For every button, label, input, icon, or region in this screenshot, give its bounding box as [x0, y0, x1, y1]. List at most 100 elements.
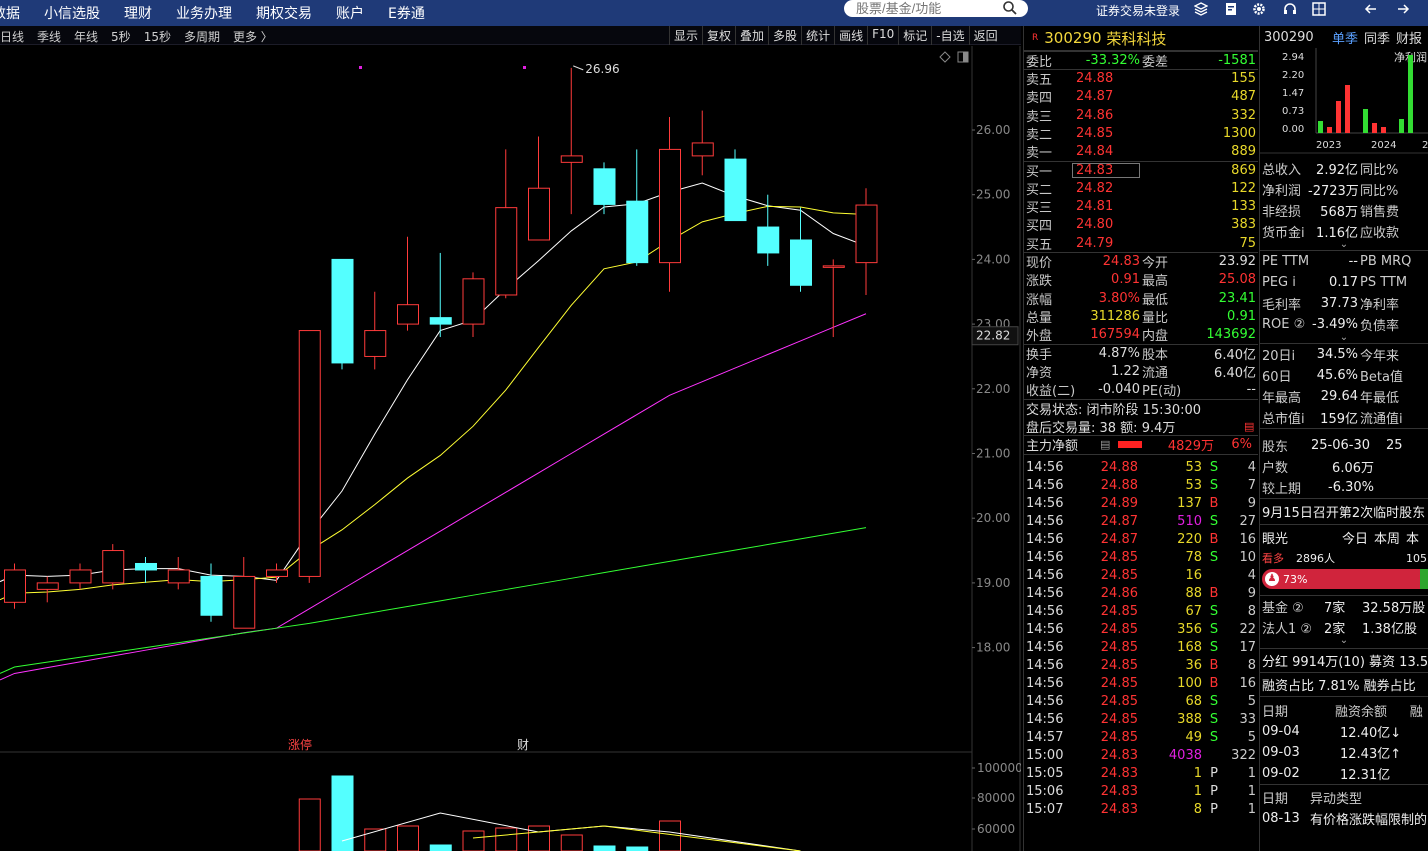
- bid-row[interactable]: 买三 24.81 133: [1024, 197, 1258, 216]
- chart-tool-9[interactable]: 返回: [968, 26, 1002, 45]
- profit-bar-chart[interactable]: 2.942.201.470.730.00净利润202320242: [1260, 48, 1428, 154]
- diamond-icon[interactable]: [939, 51, 951, 63]
- ask-row[interactable]: 卖二 24.85 1300: [1024, 124, 1258, 143]
- period-tab-1[interactable]: 季线: [37, 28, 61, 45]
- grid-icon[interactable]: [1312, 2, 1326, 16]
- candle[interactable]: [560, 67, 583, 215]
- tick-price: 24.85: [1100, 604, 1138, 620]
- fin-tab-1[interactable]: 同季: [1364, 28, 1390, 47]
- ask-row[interactable]: 卖一 24.84 889: [1024, 142, 1258, 161]
- period-tab-2[interactable]: 年线: [74, 28, 98, 45]
- expand-chevron-icon[interactable]: ⌄: [1260, 333, 1428, 343]
- candle[interactable]: [691, 110, 714, 176]
- chart-tool-2[interactable]: 叠加: [735, 26, 768, 45]
- candle[interactable]: [462, 272, 485, 338]
- layers-icon[interactable]: [1194, 2, 1208, 16]
- kline-chart[interactable]: 26.0025.0024.0023.0022.0021.0020.0019.00…: [0, 46, 1021, 851]
- candle[interactable]: [102, 544, 125, 590]
- tick-time: 14:57: [1026, 730, 1064, 746]
- list-icon[interactable]: ▤: [1244, 420, 1254, 433]
- candle[interactable]: [495, 149, 518, 299]
- gear-icon[interactable]: [1252, 2, 1266, 16]
- main-flow-row[interactable]: 主力净额 ▤ 4829万 6%: [1024, 435, 1258, 454]
- candle[interactable]: [724, 149, 747, 222]
- limit-up-label[interactable]: 涨停: [288, 737, 312, 752]
- candle[interactable]: [429, 252, 452, 338]
- news-text[interactable]: 9月15日召开第2次临时股东: [1262, 502, 1425, 521]
- chart-toolbar: 日线 季线 年线 5秒 15秒 多周期 更多 〉 显示 复权 叠加 多股 统计 画线 F10 标记 -自选返…: [0, 26, 1021, 45]
- menu-item-4[interactable]: 期权交易: [256, 3, 312, 23]
- table-icon[interactable]: ▤: [1100, 438, 1118, 451]
- candle[interactable]: [626, 149, 649, 266]
- document-icon[interactable]: [1224, 2, 1238, 16]
- period-tab-4[interactable]: 15秒: [144, 28, 171, 45]
- search-icon[interactable]: [1002, 0, 1018, 16]
- chart-tool-4[interactable]: 统计: [801, 26, 834, 45]
- news-row[interactable]: 9月15日召开第2次临时股东: [1260, 499, 1428, 525]
- chart-tool-7[interactable]: 标记: [898, 26, 931, 45]
- menu-item-5[interactable]: 账户: [336, 3, 364, 23]
- chart-tool-8[interactable]: -自选: [931, 26, 968, 45]
- bid-row[interactable]: 买四 24.80 383: [1024, 216, 1258, 234]
- tick-list[interactable]: 14:56 24.88 53 S 4 14:56 24.88 53 S 7 14:56 24.89 13…: [1024, 453, 1258, 819]
- expand-chevron-icon[interactable]: ⌄: [1260, 240, 1428, 250]
- candle[interactable]: [36, 576, 59, 603]
- period-tab-3[interactable]: 5秒: [111, 28, 131, 45]
- ask-row[interactable]: 卖四 24.87 487: [1024, 88, 1258, 106]
- candle[interactable]: [757, 194, 780, 266]
- candle[interactable]: [528, 136, 550, 241]
- profit-bar: [1336, 101, 1341, 133]
- eyes-tab-0[interactable]: 今日: [1342, 528, 1368, 547]
- candle[interactable]: [4, 563, 26, 609]
- price-tick: 25.00: [976, 188, 1010, 202]
- menu-item-3[interactable]: 业务办理: [176, 3, 232, 23]
- period-tab-6[interactable]: 更多 〉: [233, 28, 273, 45]
- menu-item-6[interactable]: E券通: [388, 3, 425, 23]
- candle[interactable]: [822, 259, 845, 338]
- chart-tool-0[interactable]: 显示: [669, 26, 702, 45]
- chart-tool-1[interactable]: 复权: [702, 26, 735, 45]
- period-tab-0[interactable]: 日线: [0, 28, 24, 45]
- bid-row[interactable]: 买二 24.82 122: [1024, 179, 1258, 198]
- finance-event-label[interactable]: 财: [517, 738, 529, 752]
- menu-item-0[interactable]: 数据: [0, 3, 20, 23]
- candle[interactable]: [659, 117, 681, 292]
- forward-arrow-icon[interactable]: [1396, 2, 1410, 16]
- ask-row[interactable]: 卖五 24.88 155: [1024, 69, 1258, 88]
- candle[interactable]: [331, 258, 354, 370]
- bid-row[interactable]: 买一 24.83 869: [1024, 160, 1258, 180]
- bid-volume: 75: [1239, 235, 1256, 251]
- headset-icon[interactable]: [1283, 2, 1297, 16]
- chart-tool-5[interactable]: 画线: [834, 26, 867, 45]
- candle[interactable]: [790, 207, 812, 292]
- chart-tool-3[interactable]: 多股: [768, 26, 801, 45]
- expand-chevron-icon[interactable]: ⌄: [1260, 636, 1428, 648]
- ask-row[interactable]: 卖三 24.86 332: [1024, 106, 1258, 125]
- candle[interactable]: [233, 557, 256, 629]
- login-status[interactable]: 证券交易未登录: [1096, 0, 1180, 20]
- candle[interactable]: [298, 330, 321, 583]
- back-arrow-icon[interactable]: [1364, 2, 1378, 16]
- bar-year-label: 2024: [1371, 140, 1396, 151]
- fin-tab-2[interactable]: 财报: [1396, 28, 1422, 47]
- stat-label-2: 内盘: [1142, 329, 1169, 345]
- candle[interactable]: [167, 557, 190, 590]
- eyes-tab-2[interactable]: 本: [1406, 528, 1419, 547]
- eyes-tab-1[interactable]: 本周: [1374, 528, 1400, 547]
- candle[interactable]: [135, 557, 157, 583]
- abnormal-row[interactable]: 08-13 有价格涨跌幅限制的: [1260, 808, 1428, 829]
- tick-price: 24.85: [1100, 658, 1138, 674]
- search-input[interactable]: [844, 0, 1028, 17]
- candle-body: [462, 278, 485, 325]
- fin-tab-0[interactable]: 单季: [1332, 28, 1358, 47]
- period-tab-5[interactable]: 多周期: [184, 28, 220, 45]
- bid-row[interactable]: 买五 24.79 75: [1024, 234, 1258, 253]
- candle[interactable]: [69, 563, 92, 590]
- menu-item-2[interactable]: 理财: [124, 3, 152, 23]
- candle[interactable]: [397, 236, 419, 331]
- candle[interactable]: [855, 188, 878, 295]
- chart-tool-6[interactable]: F10: [867, 26, 898, 45]
- candle[interactable]: [364, 291, 387, 370]
- menu-item-1[interactable]: 小信选股: [44, 3, 100, 23]
- candle[interactable]: [200, 563, 223, 622]
